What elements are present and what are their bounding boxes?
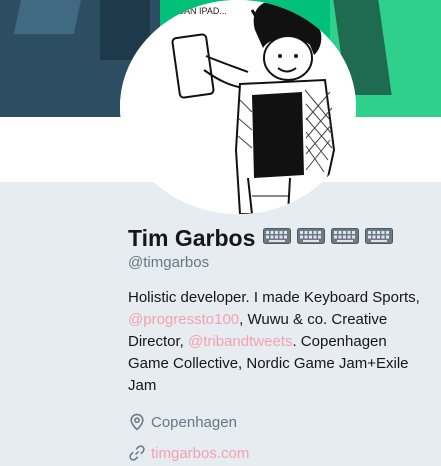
profile-location: Copenhagen bbox=[128, 412, 237, 432]
keyboard-emoji-icon bbox=[297, 227, 326, 249]
location-text: Copenhagen bbox=[151, 413, 237, 431]
keyboard-emoji-icon bbox=[365, 227, 394, 249]
website-link[interactable]: timgarbos.com bbox=[151, 445, 249, 462]
profile-avatar[interactable]: SAN IPAD... bbox=[120, 0, 356, 214]
mention-link[interactable]: @progressto100 bbox=[128, 311, 239, 328]
profile-handle[interactable]: @timgarbos bbox=[128, 254, 209, 271]
mention-link[interactable]: @tribandtweets bbox=[188, 333, 292, 350]
name-emoji-group bbox=[263, 227, 394, 249]
profile-website: timgarbos.com bbox=[128, 443, 249, 463]
banner-shape bbox=[13, 0, 83, 34]
profile-bio: Holistic developer. I made Keyboard Spor… bbox=[128, 287, 428, 397]
avatar-drawing: SAN IPAD... bbox=[120, 0, 356, 214]
location-pin-icon bbox=[128, 413, 146, 431]
bio-text: Holistic developer. I made Keyboard Spor… bbox=[128, 289, 420, 306]
keyboard-emoji-icon bbox=[263, 227, 292, 249]
keyboard-emoji-icon bbox=[331, 227, 360, 249]
profile-name-row: Tim Garbos bbox=[128, 223, 394, 253]
link-icon bbox=[128, 444, 146, 462]
profile-name[interactable]: Tim Garbos bbox=[128, 225, 255, 252]
